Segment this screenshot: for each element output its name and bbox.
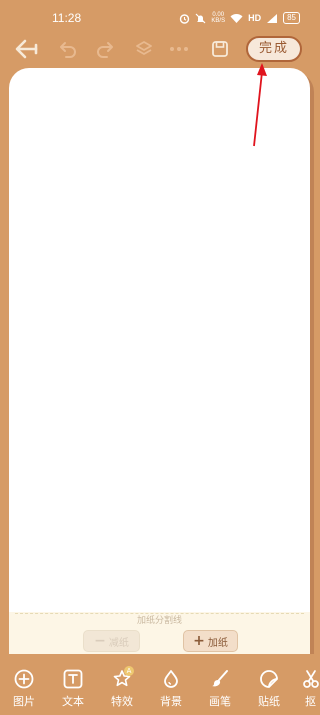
plus-icon: + bbox=[193, 633, 205, 649]
net-speed-unit: KB/S bbox=[211, 18, 226, 24]
tool-text[interactable]: 文本 bbox=[53, 668, 93, 709]
tool-image[interactable]: 图片 bbox=[4, 668, 44, 709]
save-icon[interactable] bbox=[207, 36, 233, 62]
status-icons: 0.00 KB/S HD 85 bbox=[179, 11, 300, 25]
background-icon bbox=[151, 668, 191, 690]
tool-image-label: 图片 bbox=[13, 695, 35, 708]
add-paper-label: 加纸 bbox=[207, 637, 228, 649]
effects-icon: A bbox=[102, 666, 142, 690]
sticker-icon bbox=[249, 668, 289, 690]
back-arrow-icon[interactable] bbox=[14, 36, 40, 62]
more-icon[interactable] bbox=[166, 36, 192, 62]
redo-icon[interactable] bbox=[92, 36, 118, 62]
brush-icon bbox=[200, 668, 240, 690]
net-speed: 0.00 KB/S bbox=[211, 12, 225, 24]
divider-label-wrap: 加纸分割线 bbox=[9, 608, 310, 627]
tool-text-label: 文本 bbox=[62, 695, 84, 708]
tool-cutout[interactable]: 抠 bbox=[296, 668, 320, 709]
signal-icon bbox=[267, 13, 278, 23]
tool-brush[interactable]: 画笔 bbox=[200, 668, 240, 709]
status-bar: 11:28 0.00 KB/S HD 85 bbox=[0, 0, 320, 36]
tool-effects-label: 特效 bbox=[111, 695, 133, 708]
tool-brush-label: 画笔 bbox=[209, 695, 231, 708]
wifi-icon bbox=[230, 13, 243, 23]
minus-icon: − bbox=[94, 633, 106, 649]
effects-badge: A bbox=[124, 666, 134, 676]
alarm-icon bbox=[180, 13, 190, 24]
reduce-paper-label: 减纸 bbox=[108, 637, 129, 649]
tool-effects[interactable]: A 特效 bbox=[102, 666, 142, 709]
status-time: 11:28 bbox=[52, 11, 82, 25]
battery-indicator: 85 bbox=[283, 12, 300, 24]
scissors-icon bbox=[296, 668, 320, 690]
tool-background[interactable]: 背景 bbox=[151, 668, 191, 709]
tool-cutout-label: 抠 bbox=[305, 695, 316, 708]
done-button[interactable]: 完成 bbox=[246, 36, 302, 62]
add-paper-button[interactable]: + 加纸 bbox=[183, 630, 238, 652]
mute-icon bbox=[195, 13, 206, 23]
bottom-toolbar: 图片 文本 A 特效 背景 画笔 贴纸 抠 bbox=[0, 660, 320, 715]
text-icon bbox=[53, 668, 93, 690]
tool-sticker[interactable]: 贴纸 bbox=[249, 668, 289, 709]
reduce-paper-button[interactable]: − 减纸 bbox=[83, 630, 140, 652]
layers-icon[interactable] bbox=[131, 36, 157, 62]
divider-label: 加纸分割线 bbox=[133, 616, 185, 626]
tool-sticker-label: 贴纸 bbox=[258, 695, 280, 708]
add-image-icon bbox=[4, 668, 44, 690]
hd-badge: HD bbox=[248, 13, 262, 23]
undo-icon[interactable] bbox=[55, 36, 81, 62]
paper-canvas[interactable]: 加纸分割线 − 减纸 + 加纸 bbox=[9, 68, 310, 654]
tool-background-label: 背景 bbox=[160, 695, 182, 708]
